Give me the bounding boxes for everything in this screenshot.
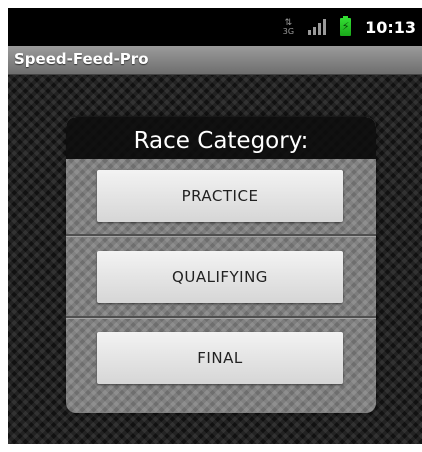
dialog-title-bar: Race Category: [66, 117, 376, 159]
row-divider [66, 316, 376, 319]
status-icons: ⇅ 3G 10:13 [283, 8, 416, 46]
app-title-bar: Speed-Feed-Pro [8, 46, 422, 75]
network-3g-icon: ⇅ 3G [282, 17, 295, 36]
device-screen: ⇅ 3G 10:13 Speed-Feed-Pro Race Category:… [8, 8, 422, 444]
race-category-dialog: Race Category: PRACTICE QUALIFYING FINAL [66, 117, 376, 413]
status-clock: 10:13 [365, 17, 416, 37]
practice-button[interactable]: PRACTICE [97, 170, 343, 222]
status-bar: ⇅ 3G 10:13 [8, 8, 422, 46]
app-title: Speed-Feed-Pro [14, 50, 149, 68]
final-button[interactable]: FINAL [97, 332, 343, 384]
network-label: 3G [282, 26, 295, 36]
signal-strength-icon [308, 19, 327, 35]
dialog-title: Race Category: [133, 128, 309, 154]
row-divider [66, 234, 376, 237]
qualifying-button[interactable]: QUALIFYING [97, 251, 343, 303]
battery-charging-icon [340, 16, 352, 36]
